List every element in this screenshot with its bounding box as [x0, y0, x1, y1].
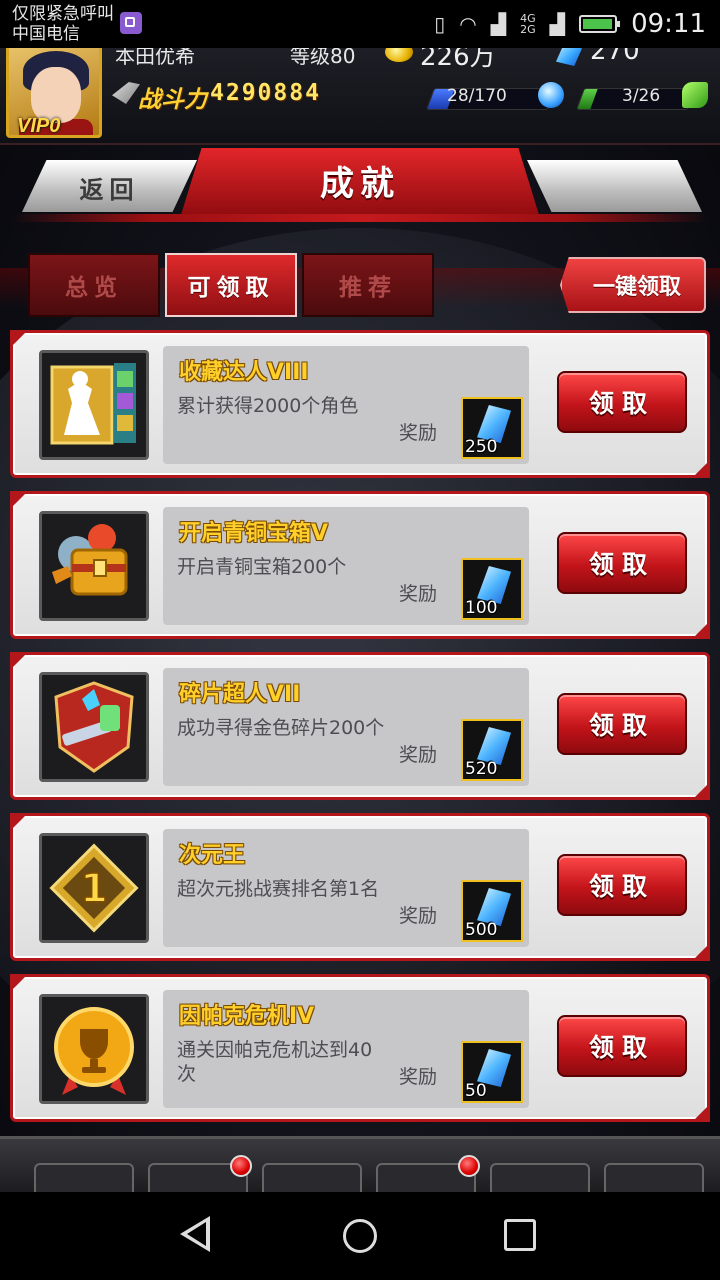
blank-header-button: [527, 160, 702, 212]
list-item: 碎片超人VII 成功寻得金色碎片200个 奖励 520 领取: [10, 652, 710, 800]
back-triangle-icon[interactable]: [180, 1216, 210, 1252]
player-level: 等级80: [290, 48, 356, 68]
achievement-title: 收藏达人VIII: [179, 360, 309, 385]
stamina-text: 28/170: [447, 86, 507, 106]
nav-slot-3[interactable]: [262, 1163, 362, 1192]
achievement-title: 碎片超人VII: [179, 682, 301, 707]
achievement-tabs: 总览 可领取 推荐 一键领取: [0, 253, 720, 321]
nav-slot-5[interactable]: [490, 1163, 590, 1192]
status-icons: ▯ ◠ ▟ 4G 2G ▟ 09:11: [434, 8, 706, 40]
gold-amount: 226万: [420, 48, 496, 72]
achievement-desc: 超次元挑战赛排名第1名: [177, 878, 380, 900]
claim-button[interactable]: 领取: [557, 532, 687, 594]
reward-label: 奖励: [399, 905, 438, 927]
reward-amount: 50: [465, 1081, 487, 1101]
rank-one-icon: 1: [39, 833, 149, 943]
gem-amount: 270: [590, 48, 640, 66]
player-header: VIP0 本田优希 等级80 226万 270 战斗力 4290884 28/1…: [0, 48, 720, 145]
gold-coin-icon: [385, 48, 413, 62]
reward-amount: 500: [465, 920, 498, 940]
list-item: 开启青铜宝箱V 开启青铜宝箱200个 奖励 100 领取: [10, 491, 710, 639]
vibrate-icon: ▯: [434, 12, 446, 36]
gem-icon: [556, 48, 582, 66]
network-type: 4G 2G: [520, 12, 536, 36]
notification-dot: [458, 1155, 480, 1177]
signal-icon-2: ▟: [549, 12, 566, 36]
claim-button[interactable]: 领取: [557, 371, 687, 433]
carrier-text: 中国电信: [12, 24, 80, 44]
energy-leaf-icon[interactable]: [682, 82, 708, 108]
game-screen: VIP0 本田优希 等级80 226万 270 战斗力 4290884 28/1…: [0, 48, 720, 1192]
reward-crystal-box: 500: [461, 880, 523, 942]
reward-label: 奖励: [399, 422, 438, 444]
achievement-title: 因帕克危机IV: [179, 1004, 315, 1029]
status-bar: 仅限紧急呼叫 中国电信 ▯ ◠ ▟ 4G 2G ▟ 09:11: [0, 0, 720, 48]
emergency-text: 仅限紧急呼叫: [12, 4, 114, 24]
clock: 09:11: [631, 9, 706, 39]
title-bar: 返回 成就: [0, 148, 720, 268]
claim-button[interactable]: 领取: [557, 854, 687, 916]
tab-claimable[interactable]: 可领取: [165, 253, 297, 317]
reward-crystal-box: 50: [461, 1041, 523, 1103]
signal-icon: ▟: [490, 12, 507, 36]
list-item: 因帕克危机IV 通关因帕克危机达到40次 奖励 50 领取: [10, 974, 710, 1122]
reward-amount: 100: [465, 598, 498, 618]
tab-recommended[interactable]: 推荐: [302, 253, 434, 317]
reward-label: 奖励: [399, 744, 438, 766]
achievement-title: 开启青铜宝箱V: [179, 521, 329, 546]
title-divider: [10, 214, 710, 222]
treasure-chest-icon: [39, 511, 149, 621]
achievement-desc: 通关因帕克危机达到40次: [177, 1039, 373, 1085]
recents-square-icon[interactable]: [504, 1219, 536, 1251]
tab-overview[interactable]: 总览: [28, 253, 160, 317]
back-button-label: 返回: [79, 176, 140, 204]
reward-label: 奖励: [399, 583, 438, 605]
achievement-desc: 累计获得2000个角色: [177, 395, 359, 417]
wifi-icon: ◠: [459, 12, 477, 36]
reward-crystal-box: 100: [461, 558, 523, 620]
achievement-info: 开启青铜宝箱V 开启青铜宝箱200个 奖励 100: [163, 507, 529, 625]
game-bottom-nav: [0, 1136, 720, 1192]
power-label: 战斗力: [138, 87, 207, 113]
player-name: 本田优希: [115, 48, 195, 68]
nav-slot-6[interactable]: [604, 1163, 704, 1192]
nav-slot-1[interactable]: [34, 1163, 134, 1192]
achievement-desc: 开启青铜宝箱200个: [177, 556, 347, 578]
reward-crystal-box: 250: [461, 397, 523, 459]
energy-text: 3/26: [622, 86, 661, 106]
reward-label: 奖励: [399, 1066, 438, 1088]
collection-icon: [39, 350, 149, 460]
achievement-info: 次元王 超次元挑战赛排名第1名 奖励 500: [163, 829, 529, 947]
claim-button[interactable]: 领取: [557, 693, 687, 755]
reward-crystal-box: 520: [461, 719, 523, 781]
avatar[interactable]: VIP0: [6, 48, 102, 138]
page-title: 成就: [320, 164, 400, 204]
back-button[interactable]: 返回: [22, 160, 197, 212]
achievement-info: 收藏达人VIII 累计获得2000个角色 奖励 250: [163, 346, 529, 464]
reward-amount: 250: [465, 437, 498, 457]
notification-dot: [230, 1155, 252, 1177]
list-item: 收藏达人VIII 累计获得2000个角色 奖励 250 领取: [10, 330, 710, 478]
stamina-orb-icon[interactable]: [538, 82, 564, 108]
achievement-info: 因帕克危机IV 通关因帕克危机达到40次 奖励 50: [163, 990, 529, 1108]
page-title-banner: 成就: [180, 148, 540, 218]
power-value: 4290884: [210, 80, 321, 106]
home-circle-icon[interactable]: [343, 1219, 377, 1253]
carrier-info: 仅限紧急呼叫 中国电信: [12, 4, 114, 44]
achievement-desc: 成功寻得金色碎片200个: [177, 717, 385, 739]
power-wing-icon: [112, 82, 140, 104]
vip-badge: VIP0: [17, 115, 61, 137]
fragment-badge-icon: [39, 672, 149, 782]
list-item: 1 次元王 超次元挑战赛排名第1名 奖励 500 领取: [10, 813, 710, 961]
trophy-icon: [39, 994, 149, 1104]
achievement-info: 碎片超人VII 成功寻得金色碎片200个 奖励 520: [163, 668, 529, 786]
svg-text:1: 1: [80, 866, 108, 912]
achievement-title: 次元王: [179, 843, 246, 868]
battery-icon: [579, 15, 621, 33]
reward-amount: 520: [465, 759, 498, 779]
claim-button[interactable]: 领取: [557, 1015, 687, 1077]
app-notification-icon: [120, 12, 142, 34]
system-nav-bar: [0, 1192, 720, 1280]
claim-all-button[interactable]: 一键领取: [560, 257, 706, 313]
